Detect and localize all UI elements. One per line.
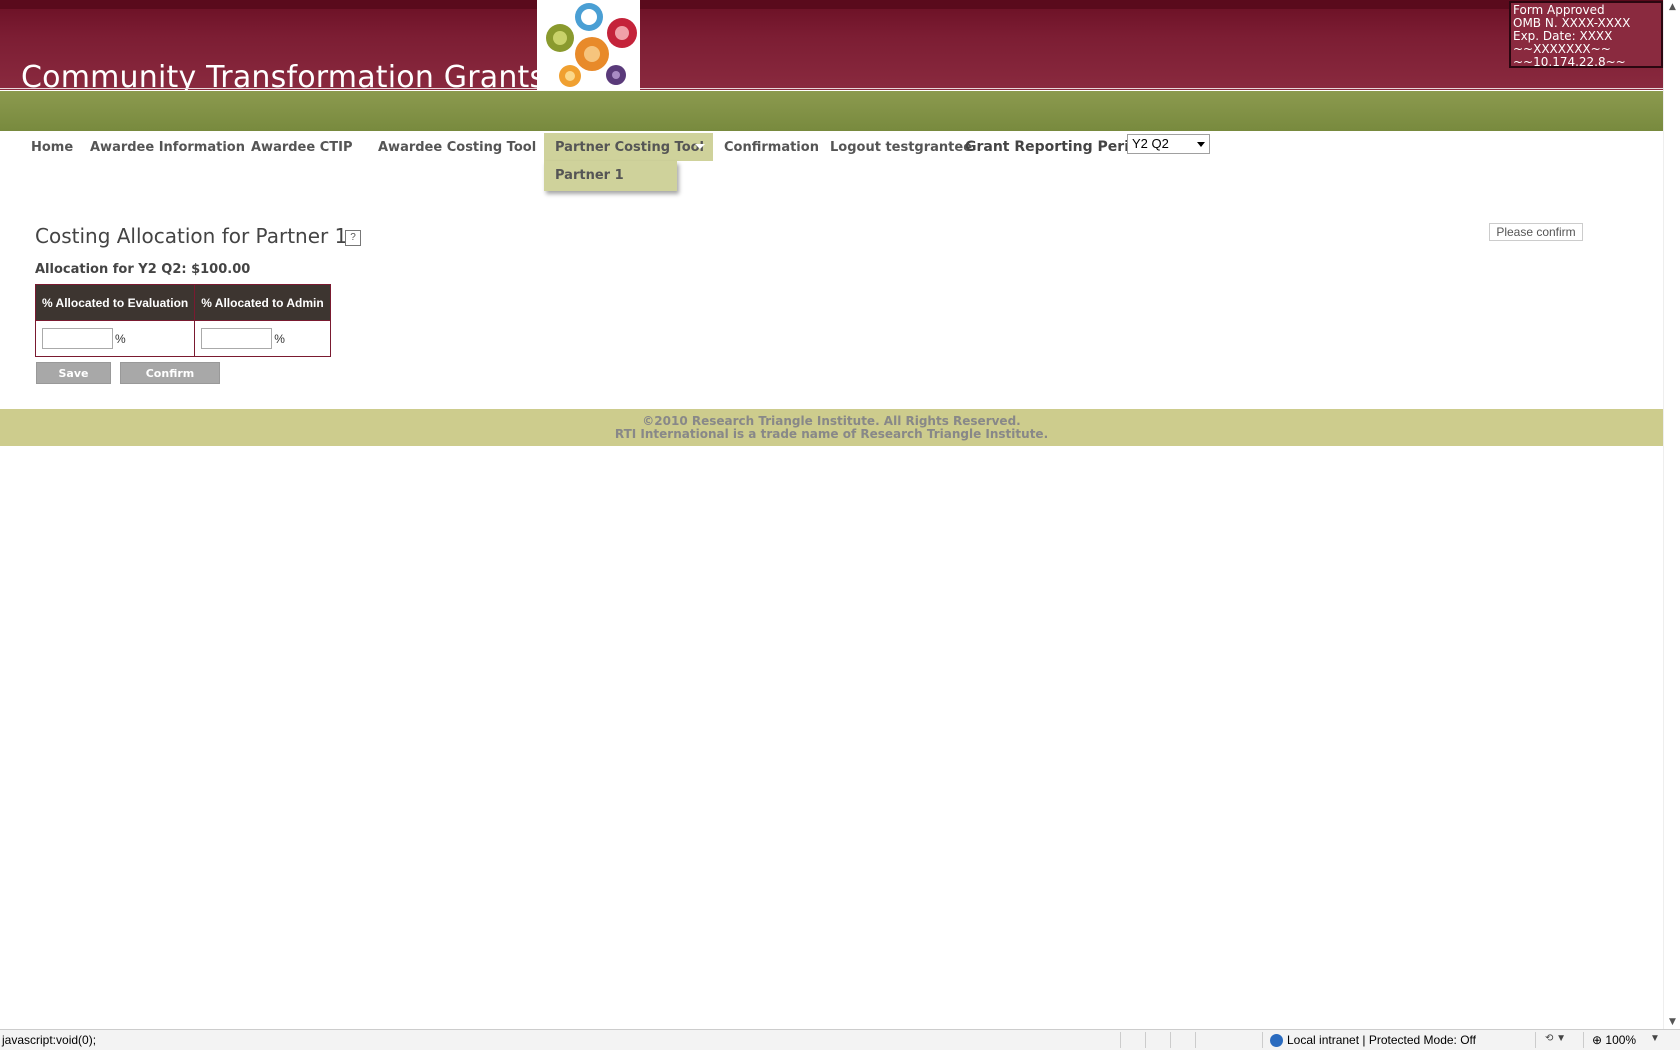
footer-trade-name: RTI International is a trade name of Res… [614,427,1049,441]
header-divider [0,88,1663,89]
globe-icon [1270,1034,1283,1048]
header-top-stripe [0,0,1663,9]
grant-period-select[interactable]: Y2 Q2 [1127,134,1210,154]
zoom-control[interactable]: ⊕ 100% [1592,1033,1636,1047]
nav-confirmation[interactable]: Confirmation [724,140,819,155]
site-title: Community Transformation Grants [21,60,546,95]
admin-percent-input[interactable] [201,328,273,349]
chevron-down-icon [695,144,705,149]
magnifier-icon: ⊕ [1592,1033,1603,1047]
site-header: Community Transformation Grants Form App… [0,0,1663,95]
please-confirm-notice: Please confirm [1489,223,1583,241]
nav-partner-costing-tool[interactable]: Partner Costing Tool [544,133,713,161]
form-info-line: ~~10.174.22.8~~ [1513,55,1626,69]
column-header-admin: % Allocated to Admin [194,284,331,321]
scroll-down-arrow-icon[interactable]: ▼ [1669,1017,1676,1027]
evaluation-percent-input[interactable] [42,328,113,349]
popup-blocker-icon[interactable]: ⟲ ▼ [1545,1033,1566,1044]
security-zone[interactable]: Local intranet | Protected Mode: Off [1270,1033,1476,1048]
status-divider [1145,1032,1146,1048]
zoom-level: 100% [1605,1033,1637,1047]
status-divider [1262,1032,1263,1048]
nav-logout[interactable]: Logout testgrantee [830,140,972,155]
percent-sign: % [274,331,285,346]
page-title: Costing Allocation for Partner 1 [35,224,348,248]
percent-sign: % [115,331,126,346]
status-divider [1195,1032,1196,1048]
dropdown-item-partner-1[interactable]: Partner 1 [555,168,624,183]
evaluation-cell: % [35,320,196,357]
status-divider [1583,1032,1584,1048]
status-url: javascript:void(0); [2,1033,97,1047]
status-divider [1535,1032,1536,1048]
nav-home[interactable]: Home [31,140,73,155]
save-button[interactable]: Save [36,362,111,384]
partner-dropdown-menu: Partner 1 [544,161,677,191]
nav-awardee-ctip[interactable]: Awardee CTIP [251,140,353,155]
header-green-band [0,91,1663,131]
security-zone-label: Local intranet | Protected Mode: Off [1287,1033,1476,1047]
page-footer: ©2010 Research Triangle Institute. All R… [0,409,1663,446]
nav-awardee-information[interactable]: Awardee Information [90,140,245,155]
nav-partner-costing-tool-label: Partner Costing Tool [555,140,705,155]
status-divider [1170,1032,1171,1048]
scroll-up-arrow-icon[interactable]: ▲ [1669,2,1676,12]
table-header-row: % Allocated to Evaluation % Allocated to… [35,284,331,321]
dropdown-arrow-icon [1197,142,1205,147]
admin-cell: % [194,320,331,357]
allocation-amount: Allocation for Y2 Q2: $100.00 [35,262,251,277]
nav-awardee-costing-tool[interactable]: Awardee Costing Tool [378,140,536,155]
status-divider [1120,1032,1121,1048]
grant-period-value: Y2 Q2 [1132,136,1169,151]
browser-status-bar: javascript:void(0); Local intranet | Pro… [0,1029,1680,1050]
zoom-dropdown-icon[interactable]: ▼ [1650,1033,1660,1044]
confirm-button[interactable]: Confirm [120,362,220,384]
allocation-table: % Allocated to Evaluation % Allocated to… [35,284,331,357]
help-icon[interactable]: ? [345,230,361,246]
vertical-scrollbar[interactable]: ▲ ▼ [1663,0,1680,1029]
column-header-evaluation: % Allocated to Evaluation [35,284,196,321]
form-approval-info: Form Approved OMB N. XXXX-XXXX Exp. Date… [1509,1,1663,69]
gears-logo [537,0,640,91]
table-row: % % [35,320,331,357]
grant-period-label: Grant Reporting Period: [965,139,1155,155]
gears-logo-icon [546,3,637,87]
main-nav: Home Awardee Information Awardee CTIP Aw… [0,133,1663,163]
